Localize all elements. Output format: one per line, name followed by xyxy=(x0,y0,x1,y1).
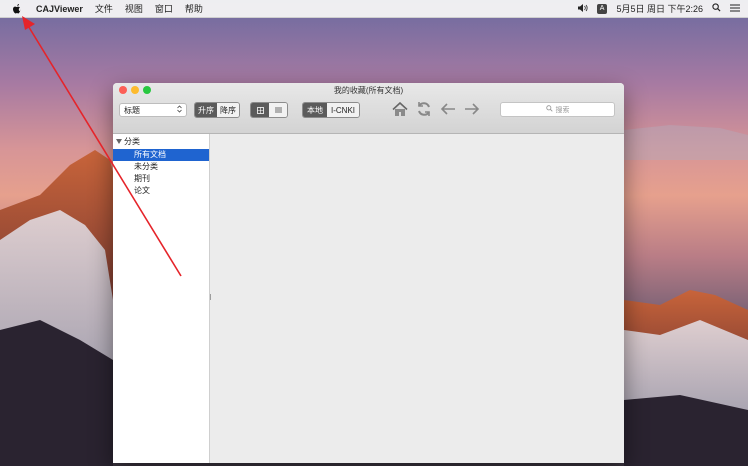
sort-descending-button[interactable]: 降序 xyxy=(217,103,239,117)
menu-file[interactable]: 文件 xyxy=(95,2,113,15)
search-field[interactable]: 搜索 xyxy=(500,102,615,117)
view-mode-toggle xyxy=(250,102,288,118)
local-library-button[interactable]: 本地 xyxy=(303,103,327,117)
refresh-icon[interactable] xyxy=(416,101,432,119)
menu-window[interactable]: 窗口 xyxy=(155,2,173,15)
updown-chevron-icon xyxy=(177,105,182,115)
search-icon xyxy=(545,105,553,114)
menu-help[interactable]: 帮助 xyxy=(185,2,203,15)
window-titlebar: 我的收藏(所有文档) 标题 升序 降序 本地 I-CNKI 搜索 xyxy=(113,83,624,134)
volume-icon[interactable] xyxy=(577,3,588,14)
notification-center-icon[interactable] xyxy=(730,4,740,14)
sort-field-value: 标题 xyxy=(124,105,140,115)
window-toolbar: 标题 升序 降序 本地 I-CNKI 搜索 xyxy=(119,100,618,120)
splitter-grip-icon xyxy=(210,294,211,300)
menu-bar: CAJViewer 文件 视图 窗口 帮助 A 5月5日 周日 下午2:26 xyxy=(0,0,748,18)
input-method-icon[interactable]: A xyxy=(596,3,608,14)
sort-field-select[interactable]: 标题 xyxy=(119,103,187,117)
back-arrow-icon[interactable] xyxy=(440,103,456,117)
home-icon[interactable] xyxy=(392,101,408,119)
navigation-group xyxy=(392,101,480,119)
library-source-toggle: 本地 I-CNKI xyxy=(302,102,360,118)
apple-icon[interactable] xyxy=(10,3,24,14)
document-list-area[interactable] xyxy=(214,134,624,463)
window-title: 我的收藏(所有文档) xyxy=(333,86,404,95)
menu-view[interactable]: 视图 xyxy=(125,2,143,15)
tree-root-category[interactable]: 分类 xyxy=(113,134,209,149)
grid-view-icon[interactable] xyxy=(251,103,269,117)
disclosure-triangle-icon[interactable] xyxy=(116,137,122,146)
cnki-library-button[interactable]: I-CNKI xyxy=(327,103,359,117)
sort-order-toggle: 升序 降序 xyxy=(194,102,240,118)
tree-item-theses[interactable]: 论文 xyxy=(113,185,209,197)
sidebar-splitter[interactable] xyxy=(209,134,212,463)
tree-item-journals[interactable]: 期刊 xyxy=(113,173,209,185)
search-placeholder: 搜索 xyxy=(555,106,570,114)
tree-item-all-documents[interactable]: 所有文档 xyxy=(113,149,209,161)
forward-arrow-icon[interactable] xyxy=(464,103,480,117)
favorites-window: 我的收藏(所有文档) 标题 升序 降序 本地 I-CNKI 搜索 分类 所有文档… xyxy=(113,83,624,463)
spotlight-search-icon[interactable] xyxy=(712,3,721,14)
tree-root-label: 分类 xyxy=(124,137,140,146)
app-name-menu[interactable]: CAJViewer xyxy=(36,4,83,14)
category-sidebar: 分类 所有文档 未分类 期刊 论文 xyxy=(113,134,210,463)
tree-item-uncategorized[interactable]: 未分类 xyxy=(113,161,209,173)
sort-ascending-button[interactable]: 升序 xyxy=(195,103,217,117)
menubar-clock[interactable]: 5月5日 周日 下午2:26 xyxy=(616,2,703,15)
status-area: A 5月5日 周日 下午2:26 xyxy=(577,0,740,17)
list-view-icon[interactable] xyxy=(269,103,287,117)
